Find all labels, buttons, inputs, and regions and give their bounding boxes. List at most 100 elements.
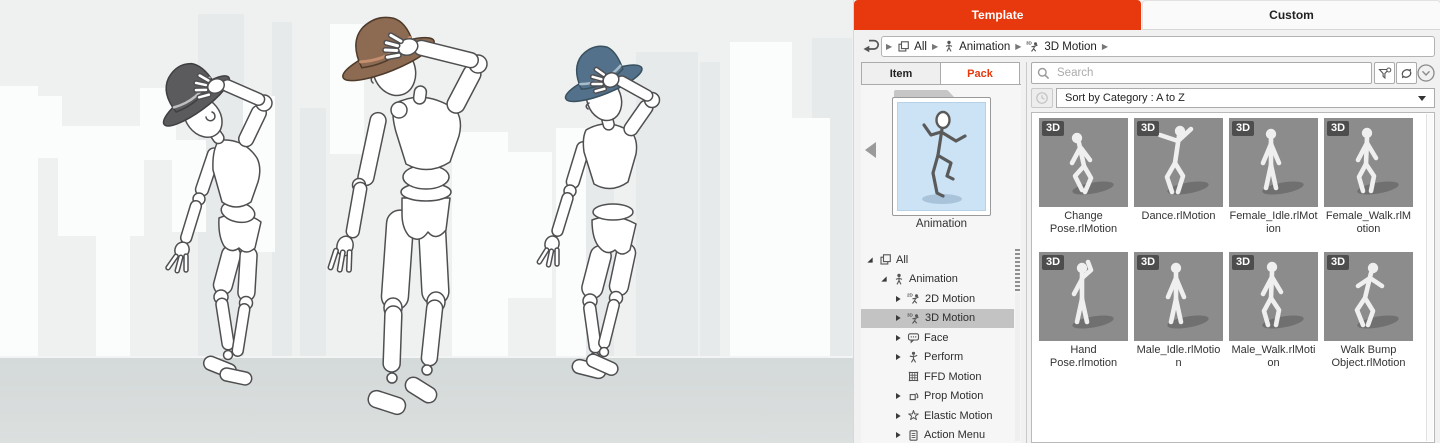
tree-item-3d-motion[interactable]: 3D 3D Motion (861, 309, 1014, 329)
sort-dropdown[interactable]: Sort by Category : A to Z (1056, 88, 1435, 108)
asset-grid-container: 3D Change Pose.rlMotion 3D Dance.rlMotio… (1031, 112, 1435, 443)
svg-text:2D: 2D (907, 293, 914, 298)
recent-history-button[interactable] (1031, 88, 1053, 108)
tab-pack[interactable]: Pack (940, 62, 1020, 85)
clock-icon (1034, 90, 1050, 106)
asset-thumbnail: 3D (1229, 118, 1318, 207)
tab-pack-label: Pack (967, 68, 993, 80)
collapsed-arrow-icon (894, 431, 902, 439)
chevron-right-icon: ▶ (886, 43, 892, 51)
breadcrumb-label: 3D Motion (1044, 41, 1096, 53)
asset-thumbnail: 3D (1134, 252, 1223, 341)
collapsed-arrow-icon (894, 412, 902, 420)
tree-item-2d-motion[interactable]: 2D 2D Motion (861, 289, 1014, 309)
asset-name: Male_Idle.rlMotion (1134, 344, 1223, 370)
grid-scrollbar[interactable] (1426, 114, 1433, 441)
asset-male-idle[interactable]: 3D Male_Idle.rlMotion (1134, 252, 1223, 380)
tree-item-elastic-motion[interactable]: Elastic Motion (861, 406, 1014, 426)
filter-button[interactable] (1374, 62, 1395, 84)
collapsed-arrow-icon (894, 353, 902, 361)
asset-thumbnail: 3D (1229, 252, 1318, 341)
tree-item-face[interactable]: Face (861, 328, 1014, 348)
asset-name: Walk Bump Object.rlMotion (1324, 344, 1413, 370)
prop-motion-icon (907, 390, 920, 403)
tree-item-animation[interactable]: Animation (861, 270, 1014, 290)
refresh-button[interactable] (1396, 62, 1417, 84)
pack-thumbnail-image (897, 102, 986, 211)
tree-item-perform[interactable]: Perform (861, 348, 1014, 368)
tree-item-prop-motion[interactable]: Prop Motion (861, 387, 1014, 407)
asset-thumbnail: 3D (1134, 118, 1223, 207)
tree-label: 3D Motion (925, 312, 975, 324)
3d-badge: 3D (1327, 121, 1349, 136)
3d-badge: 3D (1137, 121, 1159, 136)
tab-template-label: Template (972, 8, 1024, 22)
breadcrumb-label: All (914, 41, 927, 53)
tree-label: 2D Motion (925, 293, 975, 305)
breadcrumb-item-all[interactable]: All (897, 40, 927, 53)
search-input[interactable] (1055, 66, 1367, 80)
tab-custom-label: Custom (1269, 8, 1314, 22)
asset-grid: 3D Change Pose.rlMotion 3D Dance.rlMotio… (1032, 113, 1434, 380)
action-menu-icon (907, 429, 920, 442)
3d-badge: 3D (1042, 121, 1064, 136)
back-button[interactable] (860, 35, 882, 57)
asset-female-idle[interactable]: 3D Female_Idle.rlMotion (1229, 118, 1318, 246)
refresh-icon (1399, 66, 1414, 81)
chevron-right-icon: ▶ (1015, 43, 1021, 51)
asset-name: Male_Walk.rlMotion (1229, 344, 1318, 370)
layers-icon (879, 253, 892, 266)
tree-item-all[interactable]: All (861, 250, 1014, 270)
category-tree: All Animation 2D 2D Motion (861, 250, 1014, 443)
collapse-toolbar-button[interactable] (1416, 63, 1436, 83)
tree-label: Elastic Motion (924, 410, 992, 422)
chevron-down-circle-icon (1416, 63, 1436, 83)
asset-dance[interactable]: 3D Dance.rlMotion (1134, 118, 1223, 246)
asset-walk-bump-object[interactable]: 3D Walk Bump Object.rlMotion (1324, 252, 1413, 380)
collapse-panel-arrow[interactable] (865, 142, 876, 158)
expanded-arrow-icon (866, 256, 874, 264)
asset-hand-pose[interactable]: 3D Hand Pose.rlmotion (1039, 252, 1128, 380)
elastic-star-icon (907, 409, 920, 422)
asset-thumbnail: 3D (1324, 118, 1413, 207)
dropdown-caret-icon (1418, 96, 1426, 101)
asset-name: Female_Walk.rlMotion (1324, 210, 1413, 236)
tree-label: Animation (909, 273, 958, 285)
tab-item[interactable]: Item (861, 62, 941, 85)
filter-funnel-icon (1377, 66, 1392, 81)
asset-name: Hand Pose.rlmotion (1039, 344, 1128, 370)
run-2d-icon: 2D (907, 292, 921, 305)
undo-arrow-icon (860, 35, 882, 57)
tree-item-action-menu[interactable]: Action Menu (861, 426, 1014, 443)
asset-thumbnail: 3D (1324, 252, 1413, 341)
tab-template[interactable]: Template (854, 0, 1141, 30)
asset-female-walk[interactable]: 3D Female_Walk.rlMotion (1324, 118, 1413, 246)
tree-label: All (896, 254, 908, 266)
asset-thumbnail: 3D (1039, 252, 1128, 341)
search-box (1031, 62, 1372, 84)
3d-badge: 3D (1137, 255, 1159, 270)
asset-name: Female_Idle.rlMotion (1229, 210, 1318, 236)
pack-card-animation[interactable] (892, 90, 991, 216)
breadcrumb-item-3d-motion[interactable]: 3D 3D Motion (1026, 40, 1096, 53)
tree-item-ffd-motion[interactable]: FFD Motion (861, 367, 1014, 387)
breadcrumb-item-animation[interactable]: Animation (943, 40, 1010, 53)
svg-text:3D: 3D (907, 312, 914, 317)
collapsed-arrow-icon (894, 295, 902, 303)
tree-scrollbar-thumb[interactable] (1015, 249, 1020, 293)
pack-label: Animation (874, 218, 1009, 230)
asset-name: Dance.rlMotion (1134, 210, 1223, 223)
person-icon (893, 273, 905, 286)
tab-custom[interactable]: Custom (1142, 0, 1440, 30)
breadcrumb-label: Animation (959, 41, 1010, 53)
asset-male-walk[interactable]: 3D Male_Walk.rlMotion (1229, 252, 1318, 380)
asset-change-pose[interactable]: 3D Change Pose.rlMotion (1039, 118, 1128, 246)
face-speech-icon (907, 331, 920, 344)
panel-divider (1026, 62, 1027, 443)
tree-scrollbar[interactable] (1015, 249, 1020, 441)
search-icon (1036, 66, 1051, 81)
svg-text:3D: 3D (1026, 41, 1033, 46)
layers-icon (897, 40, 910, 53)
app-window: Template Custom ▶ All ▶ (0, 0, 1440, 443)
tree-label: Action Menu (924, 429, 985, 441)
